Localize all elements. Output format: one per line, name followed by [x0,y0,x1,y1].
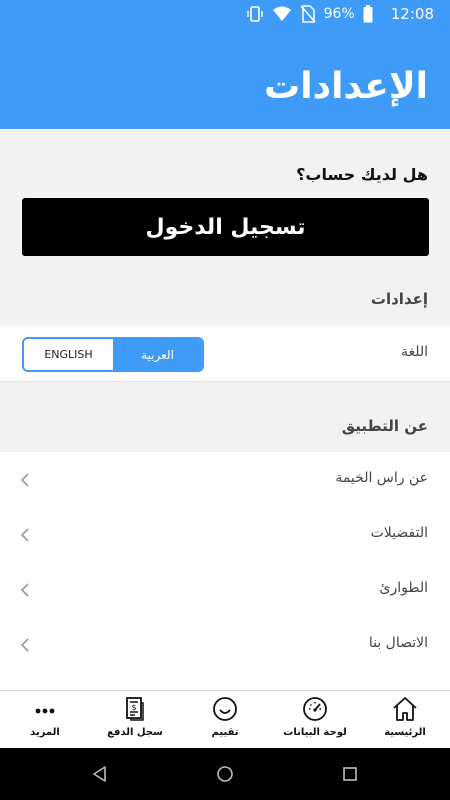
home-icon [393,697,417,721]
list-item-partial [0,672,450,692]
status-bar: 96% 12:08 [0,0,450,28]
account-question: هل لديك حساب؟ [296,165,428,184]
language-label: اللغة [400,344,428,360]
nav-label-payment-history: سجل الدفع [107,727,163,738]
nav-label-home: الرئيسية [384,727,426,738]
list-item-preferences[interactable]: التفضيلات [0,507,450,563]
nav-item-payment-history[interactable]: $ سجل الدفع [90,691,180,748]
chevron-left-icon [20,583,29,597]
login-button[interactable]: تسجيل الدخول [22,198,429,256]
svg-text:$: $ [131,703,136,712]
more-dots-icon [35,708,55,714]
clock: 12:08 [390,5,434,23]
list-item-label: عن راس الخيمة [335,470,428,486]
settings-section-title: إعدادات [370,290,428,308]
list-item-label: التفضيلات [370,525,428,541]
chevron-left-icon [20,528,29,542]
system-nav-bar [0,748,450,800]
nav-label-rating: تقييم [211,727,239,738]
vibrate-icon [246,5,264,23]
language-option-arabic[interactable]: العربية [113,339,202,370]
chevron-left-icon [20,638,29,652]
list-item-label: الطوارئ [379,580,428,596]
battery-percent: 96% [323,6,355,22]
settings-section-header: إعدادات [0,290,450,310]
nav-label-more: المزيد [30,727,60,738]
wifi-icon [272,6,292,22]
language-row: اللغة ENGLISH العربية [0,326,450,382]
nav-item-rating[interactable]: تقييم [180,691,270,748]
dashboard-gauge-icon [303,697,327,721]
battery-icon [363,5,373,23]
app-header: الإعدادات [0,28,450,129]
about-section-header: عن التطبيق [0,417,450,437]
nav-item-dashboard[interactable]: لوحة البيانات [270,691,360,748]
list-item-label: الاتصال بنا [368,635,428,651]
list-item-emergency[interactable]: الطوارئ [0,562,450,618]
nav-item-home[interactable]: الرئيسية [360,691,450,748]
language-toggle: ENGLISH العربية [22,337,204,372]
language-option-english[interactable]: ENGLISH [24,339,113,370]
chevron-left-icon [20,473,29,487]
no-sim-icon [300,5,316,23]
account-section: هل لديك حساب؟ تسجيل الدخول [0,129,450,275]
list-item-about-rak[interactable]: عن راس الخيمة [0,452,450,508]
home-circle-icon[interactable] [216,765,234,783]
page-title: الإعدادات [264,66,428,107]
recents-square-icon[interactable] [341,765,359,783]
nav-label-dashboard: لوحة البيانات [283,727,347,738]
back-icon[interactable] [91,765,109,783]
payment-receipt-icon: $ [126,697,144,721]
nav-item-more[interactable]: المزيد [0,691,90,748]
about-section-title: عن التطبيق [341,417,428,435]
settings-screen: 96% 12:08 الإعدادات هل لديك حساب؟ تسجيل … [0,0,450,800]
smiley-icon [213,697,237,721]
list-item-contact-us[interactable]: الاتصال بنا [0,617,450,673]
bottom-nav: الرئيسية لوحة البيانات تقييم $ سجل الدفع… [0,690,450,748]
